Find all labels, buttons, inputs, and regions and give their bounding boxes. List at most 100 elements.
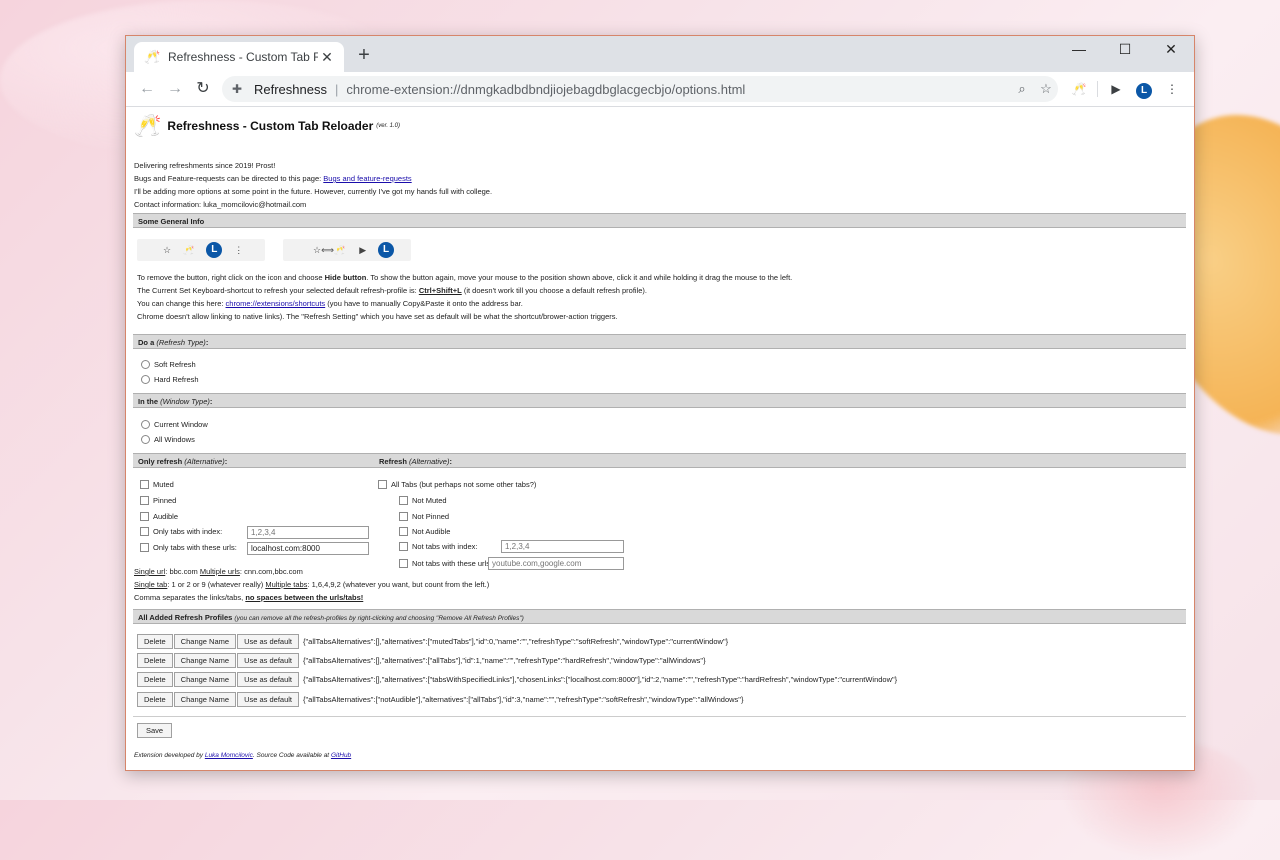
profile-row: Delete Change Name Use as default {"allT…: [137, 634, 728, 649]
checkbox-audible[interactable]: Audible: [140, 512, 178, 521]
radio-all-windows[interactable]: All Windows: [141, 435, 195, 444]
toolbar-example-image: ☆ 🥂 L ⋮: [137, 239, 265, 261]
use-as-default-button[interactable]: Use as default: [237, 692, 300, 707]
address-bar[interactable]: ✚ Refreshness | chrome-extension://dnmgk…: [222, 76, 1058, 102]
radio-current-window[interactable]: Current Window: [141, 420, 208, 429]
profile-json: {"allTabsAlternatives":["notAudible"],"a…: [303, 695, 744, 704]
back-button[interactable]: ←: [136, 78, 158, 100]
avatar-icon: L: [206, 242, 223, 258]
profile-avatar[interactable]: L: [1130, 77, 1158, 101]
star-icon: ☆: [163, 244, 172, 255]
title-bar: 🥂 Refreshness - Custom Tab Reloader ✕ + …: [126, 36, 1194, 72]
profile-row: Delete Change Name Use as default {"allT…: [137, 692, 743, 707]
url-text[interactable]: chrome-extension://dnmgkadbdbndjiojebagd…: [346, 82, 1010, 97]
url-help-line: Single url: bbc.com Multiple urls: cnn.c…: [134, 567, 303, 576]
play-icon: ▶: [359, 244, 367, 255]
new-tab-button[interactable]: +: [352, 44, 376, 68]
maximize-button[interactable]: ☐: [1102, 36, 1148, 64]
checkbox-only-urls[interactable]: Only tabs with these urls:: [140, 543, 237, 552]
tab-help-line: Single tab: 1 or 2 or 9 (whatever really…: [134, 580, 490, 589]
checkbox-not-audible[interactable]: Not Audible: [399, 527, 450, 536]
change-name-button[interactable]: Change Name: [173, 692, 237, 707]
delete-button[interactable]: Delete: [137, 653, 173, 668]
checkbox-not-muted[interactable]: Not Muted: [399, 496, 447, 505]
checkbox-pinned[interactable]: Pinned: [140, 496, 176, 505]
close-window-button[interactable]: ✕: [1148, 36, 1194, 64]
zoom-icon[interactable]: ⌕: [1010, 81, 1034, 97]
section-refresh-profiles: All Added Refresh Profiles (you can remo…: [133, 609, 1186, 624]
profile-json: {"allTabsAlternatives":[],"alternatives"…: [303, 675, 898, 684]
champagne-logo-icon: 🥂: [134, 113, 162, 138]
comma-help-line: Comma separates the links/tabs, no space…: [134, 593, 364, 602]
toolbar-divider: [1097, 81, 1098, 97]
menu-kebab-icon[interactable]: ⋮: [1158, 77, 1186, 101]
section-refresh-type: Do a (Refresh Type):: [133, 334, 1186, 349]
hide-button-instructions: To remove the button, right click on the…: [137, 273, 793, 282]
shortcut-note: Chrome doesn't allow linking to native l…: [137, 312, 618, 321]
tab-title: Refreshness - Custom Tab Reloader: [168, 50, 318, 64]
site-name: Refreshness: [254, 81, 327, 97]
section-general-info: Some General Info: [133, 213, 1186, 228]
checkbox-not-index[interactable]: Not tabs with index:: [399, 542, 477, 551]
save-row: Save: [137, 723, 173, 738]
shortcuts-link[interactable]: chrome://extensions/shortcuts: [226, 299, 326, 308]
change-name-button[interactable]: Change Name: [173, 672, 237, 687]
intro-line-1: Delivering refreshments since 2019! Pros…: [134, 161, 276, 170]
use-as-default-button[interactable]: Use as default: [237, 672, 300, 687]
champagne-extension-icon[interactable]: 🥂: [1065, 77, 1093, 101]
options-page: 🥂 Refreshness - Custom Tab Reloader (ver…: [126, 107, 1194, 770]
kebab-icon: ⋮: [234, 244, 244, 255]
only-index-input[interactable]: [247, 526, 369, 539]
version-label: (ver. 1.0): [376, 123, 401, 129]
page-title: Refreshness - Custom Tab Reloader: [167, 119, 374, 133]
checkbox-all-tabs[interactable]: All Tabs (but perhaps not some other tab…: [378, 480, 536, 489]
not-index-input[interactable]: [501, 540, 624, 553]
checkbox-only-index[interactable]: Only tabs with index:: [140, 527, 222, 536]
use-as-default-button[interactable]: Use as default: [237, 634, 300, 649]
bookmark-star-icon[interactable]: ☆: [1034, 81, 1058, 97]
change-name-button[interactable]: Change Name: [173, 653, 237, 668]
champagne-icon: 🥂: [183, 244, 195, 255]
section-alternatives: Only refresh (Alternative): Refresh (Alt…: [133, 453, 1186, 468]
refresh-alternative-heading: Refresh (Alternative):: [379, 457, 452, 466]
champagne-icon: 🥂: [144, 49, 161, 64]
save-button[interactable]: Save: [137, 723, 173, 738]
forward-button[interactable]: →: [164, 78, 186, 100]
delete-button[interactable]: Delete: [137, 634, 173, 649]
github-link[interactable]: GitHub: [331, 752, 351, 759]
avatar-icon: L: [378, 242, 395, 258]
shortcut-change-info: You can change this here: chrome://exten…: [137, 299, 523, 308]
reload-button[interactable]: ↻: [192, 78, 214, 100]
footer: Extension developed by Luka Momcilovic. …: [134, 752, 352, 759]
intro-line-3: I'll be adding more options at some poin…: [134, 187, 493, 196]
radio-soft-refresh[interactable]: Soft Refresh: [141, 360, 196, 369]
section-window-type: In the (Window Type):: [133, 393, 1186, 408]
star-drag-icon: ☆⟺🥂: [313, 244, 346, 255]
browser-tab[interactable]: 🥂 Refreshness - Custom Tab Reloader ✕: [134, 42, 344, 72]
radio-hard-refresh[interactable]: Hard Refresh: [141, 375, 199, 384]
bugs-link[interactable]: Bugs and feature-requests: [323, 174, 411, 183]
delete-button[interactable]: Delete: [137, 692, 173, 707]
not-urls-input[interactable]: [488, 557, 624, 570]
close-tab-icon[interactable]: ✕: [318, 49, 336, 66]
intro-text: Delivering refreshments since 2019! Pros…: [134, 159, 492, 211]
page-header: 🥂 Refreshness - Custom Tab Reloader (ver…: [134, 113, 400, 139]
intro-line-2: Bugs and Feature-requests can be directe…: [134, 174, 412, 183]
delete-button[interactable]: Delete: [137, 672, 173, 687]
profile-json: {"allTabsAlternatives":[],"alternatives"…: [303, 656, 706, 665]
play-icon[interactable]: ▶: [1102, 77, 1130, 101]
only-refresh-heading: Only refresh (Alternative):: [138, 457, 228, 466]
general-info-text: To remove the button, right click on the…: [137, 271, 792, 323]
intro-line-4: Contact information: luka_momcilovic@hot…: [134, 200, 307, 209]
divider: [133, 716, 1186, 717]
checkbox-not-pinned[interactable]: Not Pinned: [399, 512, 449, 521]
author-link[interactable]: Luka Momcilovic: [205, 752, 253, 759]
only-urls-input[interactable]: [247, 542, 369, 555]
change-name-button[interactable]: Change Name: [173, 634, 237, 649]
checkbox-muted[interactable]: Muted: [140, 480, 174, 489]
toolbar-drag-example-image: ☆⟺🥂 ▶ L: [283, 239, 411, 261]
use-as-default-button[interactable]: Use as default: [237, 653, 300, 668]
url-help-text: Single url: bbc.com Multiple urls: cnn.c…: [134, 565, 489, 604]
minimize-button[interactable]: —: [1056, 36, 1102, 64]
profile-row: Delete Change Name Use as default {"allT…: [137, 653, 706, 668]
